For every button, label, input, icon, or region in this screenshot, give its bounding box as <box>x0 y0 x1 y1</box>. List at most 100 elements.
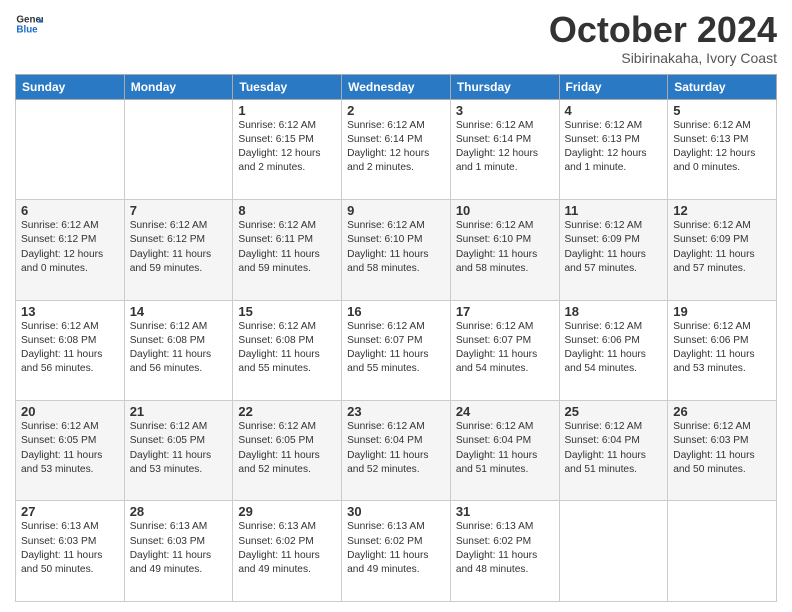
calendar-cell <box>16 99 125 199</box>
calendar-cell: 4Sunrise: 6:12 AM Sunset: 6:13 PM Daylig… <box>559 99 668 199</box>
calendar-week-row: 1Sunrise: 6:12 AM Sunset: 6:15 PM Daylig… <box>16 99 777 199</box>
calendar-cell: 31Sunrise: 6:13 AM Sunset: 6:02 PM Dayli… <box>450 501 559 602</box>
day-info: Sunrise: 6:12 AM Sunset: 6:07 PM Dayligh… <box>456 320 554 377</box>
calendar-cell: 14Sunrise: 6:12 AM Sunset: 6:08 PM Dayli… <box>124 300 233 400</box>
day-info: Sunrise: 6:12 AM Sunset: 6:09 PM Dayligh… <box>673 219 771 276</box>
day-number: 6 <box>21 203 119 218</box>
calendar-cell: 20Sunrise: 6:12 AM Sunset: 6:05 PM Dayli… <box>16 401 125 501</box>
calendar-cell: 27Sunrise: 6:13 AM Sunset: 6:03 PM Dayli… <box>16 501 125 602</box>
calendar-table: SundayMondayTuesdayWednesdayThursdayFrid… <box>15 74 777 602</box>
day-number: 22 <box>238 404 336 419</box>
day-number: 10 <box>456 203 554 218</box>
calendar-cell: 21Sunrise: 6:12 AM Sunset: 6:05 PM Dayli… <box>124 401 233 501</box>
day-info: Sunrise: 6:12 AM Sunset: 6:05 PM Dayligh… <box>238 420 336 477</box>
day-number: 13 <box>21 304 119 319</box>
day-number: 23 <box>347 404 445 419</box>
day-info: Sunrise: 6:13 AM Sunset: 6:02 PM Dayligh… <box>238 520 336 577</box>
day-info: Sunrise: 6:12 AM Sunset: 6:13 PM Dayligh… <box>673 119 771 176</box>
day-number: 3 <box>456 103 554 118</box>
day-info: Sunrise: 6:12 AM Sunset: 6:10 PM Dayligh… <box>456 219 554 276</box>
day-info: Sunrise: 6:12 AM Sunset: 6:06 PM Dayligh… <box>565 320 663 377</box>
day-info: Sunrise: 6:12 AM Sunset: 6:05 PM Dayligh… <box>130 420 228 477</box>
weekday-header-sunday: Sunday <box>16 74 125 99</box>
calendar-cell: 11Sunrise: 6:12 AM Sunset: 6:09 PM Dayli… <box>559 200 668 300</box>
calendar-cell: 28Sunrise: 6:13 AM Sunset: 6:03 PM Dayli… <box>124 501 233 602</box>
day-number: 27 <box>21 504 119 519</box>
day-number: 15 <box>238 304 336 319</box>
calendar-cell: 15Sunrise: 6:12 AM Sunset: 6:08 PM Dayli… <box>233 300 342 400</box>
day-info: Sunrise: 6:12 AM Sunset: 6:03 PM Dayligh… <box>673 420 771 477</box>
weekday-header-wednesday: Wednesday <box>342 74 451 99</box>
weekday-header-row: SundayMondayTuesdayWednesdayThursdayFrid… <box>16 74 777 99</box>
calendar-cell: 13Sunrise: 6:12 AM Sunset: 6:08 PM Dayli… <box>16 300 125 400</box>
day-info: Sunrise: 6:12 AM Sunset: 6:04 PM Dayligh… <box>565 420 663 477</box>
calendar-cell: 3Sunrise: 6:12 AM Sunset: 6:14 PM Daylig… <box>450 99 559 199</box>
day-info: Sunrise: 6:12 AM Sunset: 6:06 PM Dayligh… <box>673 320 771 377</box>
calendar-cell: 5Sunrise: 6:12 AM Sunset: 6:13 PM Daylig… <box>668 99 777 199</box>
day-number: 28 <box>130 504 228 519</box>
day-info: Sunrise: 6:12 AM Sunset: 6:15 PM Dayligh… <box>238 119 336 176</box>
day-info: Sunrise: 6:12 AM Sunset: 6:09 PM Dayligh… <box>565 219 663 276</box>
calendar-cell: 9Sunrise: 6:12 AM Sunset: 6:10 PM Daylig… <box>342 200 451 300</box>
day-number: 21 <box>130 404 228 419</box>
header: General Blue October 2024 Sibirinakaha, … <box>15 10 777 66</box>
calendar-cell: 23Sunrise: 6:12 AM Sunset: 6:04 PM Dayli… <box>342 401 451 501</box>
calendar-cell: 30Sunrise: 6:13 AM Sunset: 6:02 PM Dayli… <box>342 501 451 602</box>
day-info: Sunrise: 6:12 AM Sunset: 6:12 PM Dayligh… <box>130 219 228 276</box>
day-number: 16 <box>347 304 445 319</box>
calendar-cell: 10Sunrise: 6:12 AM Sunset: 6:10 PM Dayli… <box>450 200 559 300</box>
calendar-cell: 25Sunrise: 6:12 AM Sunset: 6:04 PM Dayli… <box>559 401 668 501</box>
day-number: 24 <box>456 404 554 419</box>
logo-icon: General Blue <box>15 10 43 38</box>
day-number: 26 <box>673 404 771 419</box>
day-info: Sunrise: 6:12 AM Sunset: 6:11 PM Dayligh… <box>238 219 336 276</box>
calendar-cell: 22Sunrise: 6:12 AM Sunset: 6:05 PM Dayli… <box>233 401 342 501</box>
day-info: Sunrise: 6:12 AM Sunset: 6:08 PM Dayligh… <box>238 320 336 377</box>
day-info: Sunrise: 6:12 AM Sunset: 6:07 PM Dayligh… <box>347 320 445 377</box>
day-info: Sunrise: 6:12 AM Sunset: 6:08 PM Dayligh… <box>130 320 228 377</box>
logo: General Blue <box>15 10 43 38</box>
day-info: Sunrise: 6:12 AM Sunset: 6:13 PM Dayligh… <box>565 119 663 176</box>
day-number: 20 <box>21 404 119 419</box>
day-info: Sunrise: 6:12 AM Sunset: 6:08 PM Dayligh… <box>21 320 119 377</box>
day-number: 19 <box>673 304 771 319</box>
day-info: Sunrise: 6:13 AM Sunset: 6:02 PM Dayligh… <box>347 520 445 577</box>
day-number: 5 <box>673 103 771 118</box>
title-block: October 2024 Sibirinakaha, Ivory Coast <box>549 10 777 66</box>
calendar-cell: 18Sunrise: 6:12 AM Sunset: 6:06 PM Dayli… <box>559 300 668 400</box>
day-number: 31 <box>456 504 554 519</box>
calendar-cell: 8Sunrise: 6:12 AM Sunset: 6:11 PM Daylig… <box>233 200 342 300</box>
month-title: October 2024 <box>549 10 777 50</box>
calendar-cell: 12Sunrise: 6:12 AM Sunset: 6:09 PM Dayli… <box>668 200 777 300</box>
day-number: 7 <box>130 203 228 218</box>
day-number: 12 <box>673 203 771 218</box>
day-info: Sunrise: 6:13 AM Sunset: 6:03 PM Dayligh… <box>21 520 119 577</box>
day-info: Sunrise: 6:12 AM Sunset: 6:12 PM Dayligh… <box>21 219 119 276</box>
day-number: 30 <box>347 504 445 519</box>
weekday-header-tuesday: Tuesday <box>233 74 342 99</box>
calendar-week-row: 20 Sunrise: 6:12 AM Sunset: 6:05 PM Dayli… <box>16 401 777 501</box>
day-number: 17 <box>456 304 554 319</box>
day-number: 11 <box>565 203 663 218</box>
day-number: 25 <box>565 404 663 419</box>
calendar-cell: 17Sunrise: 6:12 AM Sunset: 6:07 PM Dayli… <box>450 300 559 400</box>
day-number: 2 <box>347 103 445 118</box>
calendar-week-row: 27Sunrise: 6:13 AM Sunset: 6:03 PM Dayli… <box>16 501 777 602</box>
weekday-header-friday: Friday <box>559 74 668 99</box>
calendar-cell: 6Sunrise: 6:12 AM Sunset: 6:12 PM Daylig… <box>16 200 125 300</box>
calendar-week-row: 6Sunrise: 6:12 AM Sunset: 6:12 PM Daylig… <box>16 200 777 300</box>
weekday-header-thursday: Thursday <box>450 74 559 99</box>
weekday-header-saturday: Saturday <box>668 74 777 99</box>
day-number: 18 <box>565 304 663 319</box>
calendar-cell: 7Sunrise: 6:12 AM Sunset: 6:12 PM Daylig… <box>124 200 233 300</box>
day-info: Sunrise: 6:12 AM Sunset: 6:14 PM Dayligh… <box>347 119 445 176</box>
day-info: Sunrise: 6:12 AM Sunset: 6:04 PM Dayligh… <box>347 420 445 477</box>
day-number: 4 <box>565 103 663 118</box>
day-number: 8 <box>238 203 336 218</box>
calendar-cell: 26Sunrise: 6:12 AM Sunset: 6:03 PM Dayli… <box>668 401 777 501</box>
calendar-cell: 19Sunrise: 6:12 AM Sunset: 6:06 PM Dayli… <box>668 300 777 400</box>
calendar-week-row: 13Sunrise: 6:12 AM Sunset: 6:08 PM Dayli… <box>16 300 777 400</box>
calendar-cell: 29Sunrise: 6:13 AM Sunset: 6:02 PM Dayli… <box>233 501 342 602</box>
calendar-cell <box>559 501 668 602</box>
day-number: 9 <box>347 203 445 218</box>
